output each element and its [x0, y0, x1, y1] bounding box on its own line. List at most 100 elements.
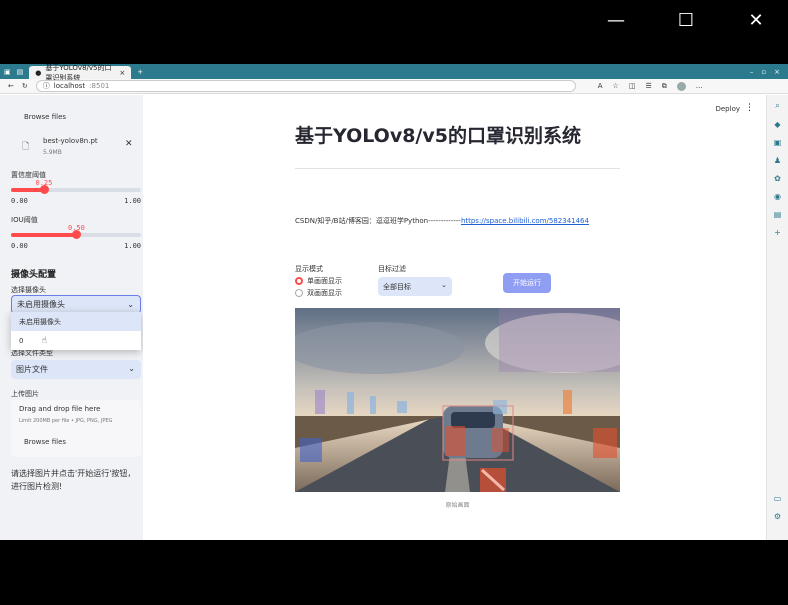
- browser-tab[interactable]: ● 基于YOLOv8/v5的口罩识别系统 ×: [29, 64, 132, 82]
- split-screen-icon[interactable]: ◫: [629, 82, 636, 91]
- address-bar-row: ← ↻ ⓘ localhost:8501 A ☆ ◫ ☰ ⧉ …: [0, 79, 788, 94]
- remove-file-icon[interactable]: ✕: [125, 139, 133, 149]
- target-filter-label: 目标过滤: [378, 265, 406, 273]
- tab-actions-icon[interactable]: ▤: [17, 68, 24, 76]
- collections-icon[interactable]: ⧉: [662, 82, 667, 91]
- office-icon[interactable]: ▤: [774, 210, 782, 219]
- conf-min: 0.00: [11, 197, 28, 205]
- conf-slider-fill: [11, 188, 44, 192]
- camera-dropdown: 未启用摄像头 0 ☝: [11, 312, 141, 350]
- games-icon[interactable]: ✿: [774, 174, 781, 183]
- target-filter-select[interactable]: 全部目标 ⌄: [378, 277, 452, 296]
- detection-image: [295, 308, 620, 492]
- divider: [295, 168, 620, 169]
- info-icon[interactable]: ⓘ: [43, 81, 50, 91]
- run-button[interactable]: 开始运行: [503, 273, 551, 293]
- dropdown-option[interactable]: 未启用摄像头: [11, 312, 141, 331]
- camera-section-heading: 摄像头配置: [11, 270, 57, 280]
- tab-favicon-icon: ●: [35, 68, 42, 77]
- avatar[interactable]: [676, 81, 686, 91]
- maximize-button[interactable]: ☐: [674, 10, 698, 31]
- browser-window: ▣ ▤ ● 基于YOLOv8/v5的口罩识别系统 × + – ▫ × ← ↻ ⓘ…: [0, 64, 788, 540]
- credit-text: CSDN/知乎/B站/博客园：逗逗班学Python-------------: [295, 217, 461, 225]
- camera-label: 选择摄像头: [11, 286, 46, 294]
- upload-title: Drag and drop file here: [19, 405, 101, 413]
- model-file-size: 5.9MB: [43, 149, 62, 156]
- file-type-select[interactable]: 图片文件 ⌄: [11, 360, 141, 379]
- radio-single-view[interactable]: 单画面显示: [295, 276, 342, 286]
- close-window-button[interactable]: ✕: [744, 10, 768, 31]
- screen-icon[interactable]: ▭: [774, 494, 782, 503]
- iou-slider-thumb[interactable]: [72, 230, 81, 239]
- radio-label: 单画面显示: [307, 277, 342, 285]
- upload-limits: Limit 200MB per file • JPG, PNG, JPEG: [19, 418, 113, 424]
- tab-close-icon[interactable]: ×: [119, 69, 125, 77]
- file-icon: 🗋: [22, 142, 30, 152]
- address-bar[interactable]: ⓘ localhost:8501: [35, 80, 576, 92]
- chevron-down-icon: ⌄: [127, 300, 134, 309]
- iou-max: 1.00: [124, 242, 141, 250]
- conf-slider-thumb[interactable]: [39, 185, 49, 194]
- display-mode-label: 显示模式: [295, 265, 323, 273]
- person-icon[interactable]: ♟: [774, 156, 781, 165]
- minimize-browser-icon[interactable]: –: [750, 68, 754, 76]
- tag-icon[interactable]: ◆: [774, 120, 780, 129]
- image-uploader[interactable]: Drag and drop file here Limit 200MB per …: [11, 400, 141, 457]
- browse-files-button-top[interactable]: Browse files: [24, 113, 66, 121]
- iou-slider-fill: [11, 233, 76, 237]
- edge-sidebar: ⌕ ◆ ▣ ♟ ✿ ◉ ▤ + ▭ ⚙: [766, 95, 788, 540]
- iou-slider[interactable]: [11, 230, 141, 239]
- credit-line: CSDN/知乎/B站/博客园：逗逗班学Python-------------ht…: [295, 216, 589, 226]
- credit-link[interactable]: https://space.bilibili.com/582341464: [461, 217, 589, 225]
- dropdown-option[interactable]: 0 ☝: [11, 331, 141, 350]
- read-aloud-icon[interactable]: A: [598, 82, 603, 91]
- road-scene-image: [295, 308, 620, 492]
- restore-browser-icon[interactable]: ▫: [761, 68, 766, 76]
- page-title: 基于YOLOv8/v5的口罩识别系统: [295, 125, 581, 147]
- search-icon[interactable]: ⌕: [775, 101, 779, 111]
- model-file-name: best-yolov8n.pt: [43, 137, 98, 145]
- close-browser-icon[interactable]: ×: [774, 68, 780, 76]
- image-caption: 原始画面: [445, 502, 470, 509]
- sidebar: Browse files 🗋 best-yolov8n.pt 5.9MB ✕ 置…: [0, 95, 143, 540]
- new-tab-button[interactable]: +: [137, 68, 143, 76]
- file-type-value: 图片文件: [16, 365, 48, 374]
- hand-cursor-icon: ☝: [41, 335, 47, 346]
- page-content: Browse files 🗋 best-yolov8n.pt 5.9MB ✕ 置…: [0, 95, 766, 540]
- briefcase-icon[interactable]: ▣: [774, 138, 782, 147]
- radio-dual-view[interactable]: 双画面显示: [295, 288, 342, 298]
- chevron-down-icon: ⌄: [128, 364, 135, 373]
- conf-range: 0.00 1.00: [11, 197, 141, 205]
- chevron-down-icon: ⌄: [441, 281, 447, 289]
- screen: — ☐ ✕ ▣ ▤ ● 基于YOLOv8/v5的口罩识别系统 × + – ▫ ×…: [0, 0, 788, 605]
- conf-slider[interactable]: [11, 185, 141, 194]
- add-icon[interactable]: +: [774, 228, 781, 237]
- url-host: localhost: [53, 82, 86, 90]
- iou-range: 0.00 1.00: [11, 242, 141, 250]
- iou-label: IOU阈值: [11, 216, 38, 224]
- settings-icon[interactable]: ⚙: [774, 512, 781, 521]
- minimize-button[interactable]: —: [604, 10, 628, 31]
- refresh-icon[interactable]: ↻: [22, 82, 28, 90]
- camera-select-value: 未启用摄像头: [17, 300, 65, 309]
- favorite-icon[interactable]: ☆: [613, 82, 619, 91]
- outlook-icon[interactable]: ◉: [774, 192, 781, 201]
- back-icon[interactable]: ←: [8, 82, 14, 90]
- browse-files-button[interactable]: Browse files: [24, 438, 66, 446]
- upload-label: 上传图片: [11, 390, 39, 398]
- workspaces-icon[interactable]: ▣: [4, 68, 11, 76]
- deploy-button[interactable]: Deploy: [715, 105, 740, 113]
- iou-min: 0.00: [11, 242, 28, 250]
- favorites-list-icon[interactable]: ☰: [645, 82, 651, 91]
- main-area: Deploy ⋮ 基于YOLOv8/v5的口罩识别系统 CSDN/知乎/B站/博…: [143, 95, 766, 540]
- conf-max: 1.00: [124, 197, 141, 205]
- main-menu-icon[interactable]: ⋮: [745, 103, 754, 113]
- dropdown-option-label: 0: [19, 336, 24, 345]
- url-port: :8501: [89, 82, 110, 90]
- radio-selected-icon: [295, 277, 303, 285]
- radio-unselected-icon: [295, 289, 303, 297]
- target-filter-value: 全部目标: [383, 282, 411, 291]
- more-icon[interactable]: …: [696, 82, 703, 91]
- window-controls: — ☐ ✕: [604, 10, 768, 31]
- sidebar-hint: 请选择图片并点击'开始运行'按钮，进行图片检测!: [11, 469, 136, 491]
